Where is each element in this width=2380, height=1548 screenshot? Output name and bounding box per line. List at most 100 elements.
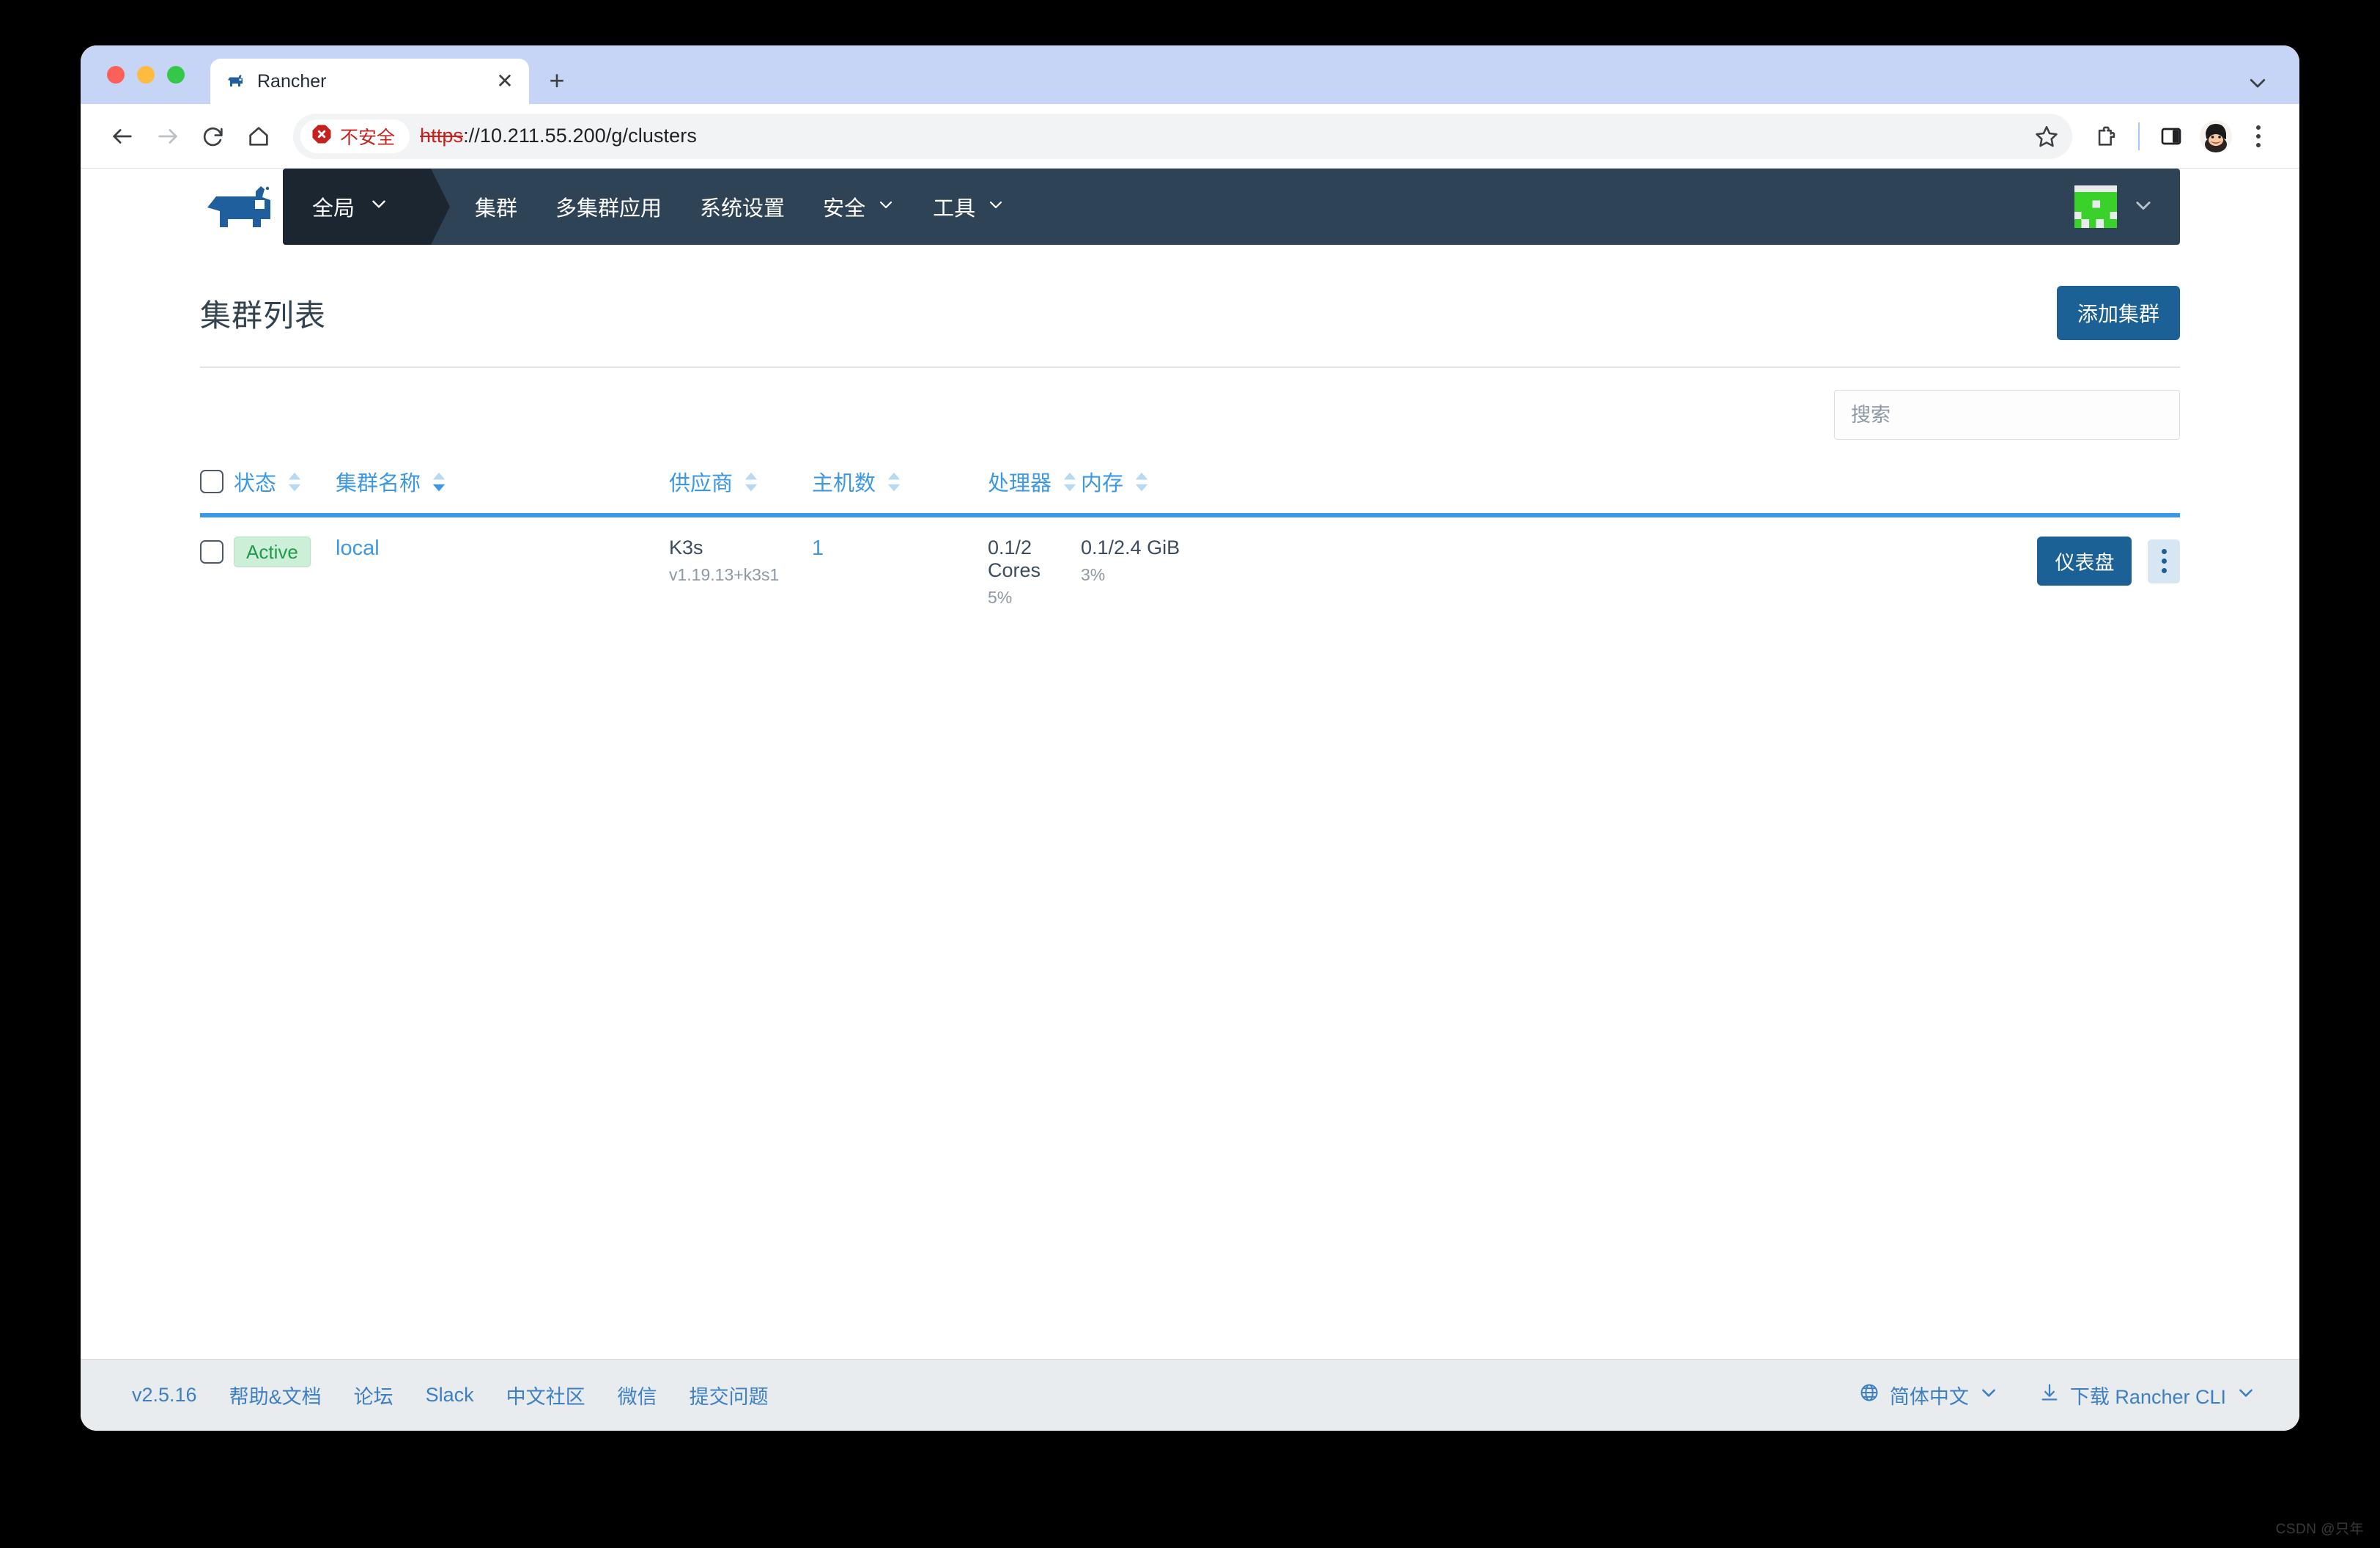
column-header-memory[interactable]: 内存 [1081,459,1209,517]
profile-avatar[interactable] [2200,119,2232,152]
close-icon[interactable]: ✕ [494,70,516,92]
dashboard-button[interactable]: 仪表盘 [2037,537,2132,586]
cell-nodes: 1 [812,515,988,630]
language-label: 简体中文 [1889,1386,1969,1408]
nav-item-clusters[interactable]: 集群 [456,169,536,245]
provider-version: v1.19.13+k3s1 [669,565,780,584]
page-title: 集群列表 [200,298,327,333]
plus-icon[interactable]: + [542,66,572,95]
star-icon[interactable] [2025,115,2068,158]
column-header-state[interactable]: 状态 [200,459,336,517]
watermark: CSDN @只年 [2275,1522,2364,1537]
provider-name: K3s [669,537,703,559]
scope-selector-global[interactable]: 全局 [283,169,451,245]
not-secure-icon [311,123,333,149]
main-content: 集群列表 添加集群 状态 [81,245,2299,1359]
column-header-label: 处理器 [988,472,1052,495]
sort-arrows-icon [886,471,902,493]
download-icon [2039,1382,2060,1408]
sort-arrows-icon [1134,471,1150,493]
url-scheme: https [420,125,464,147]
table-row[interactable]: Active local K3s v1.19.13+k3s1 1 0.1/2 C… [200,515,2180,630]
select-all-checkbox[interactable] [200,470,223,493]
column-header-nodes[interactable]: 主机数 [812,459,988,517]
download-cli-selector[interactable]: 下载 Rancher CLI [2039,1381,2255,1409]
arrow-back-icon[interactable] [100,114,145,159]
footer-link-forums[interactable]: 论坛 [354,1381,393,1409]
nav-item-system-settings[interactable]: 系统设置 [681,169,804,245]
cell-cpu: 0.1/2 Cores 5% [988,515,1081,630]
rancher-nav-bar: 全局 集群 多集群应用 系统设置 安全 工具 [283,169,2180,245]
rancher-header: 全局 集群 多集群应用 系统设置 安全 工具 [81,169,2299,245]
column-header-label: 集群名称 [336,472,421,495]
footer-link-slack[interactable]: Slack [426,1384,474,1407]
footer-actions: 简体中文 下载 Rancher CLI [1859,1381,2255,1409]
home-icon[interactable] [236,114,281,159]
arrow-forward-icon [145,114,191,159]
scope-selector-label: 全局 [312,197,355,221]
search-input[interactable] [1834,390,2180,440]
sort-arrows-icon [1062,471,1078,493]
title-row: 集群列表 添加集群 [200,245,2180,340]
kebab-menu-icon[interactable] [2239,117,2277,155]
rancher-cow-logo[interactable] [200,169,283,245]
reload-icon[interactable] [191,114,236,159]
sort-arrows-icon [431,471,447,493]
chevron-down-icon[interactable] [2245,70,2270,95]
user-identicon-avatar [2074,185,2117,228]
close-window-button[interactable] [107,66,125,84]
omnibox[interactable]: 不安全 https://10.211.55.200/g/clusters [293,113,2072,159]
chevron-down-icon [987,195,1005,219]
nav-item-label: 多集群应用 [555,197,662,221]
chevron-down-icon [2236,1383,2255,1407]
column-header-label: 主机数 [812,472,876,495]
globe-icon [1859,1382,1880,1408]
table-header-row: 状态 集群名称 供应商 主机数 处理器 内存 [200,459,2180,517]
footer-link-docs[interactable]: 帮助&文档 [229,1381,322,1409]
minimize-window-button[interactable] [137,66,155,84]
row-select-checkbox[interactable] [200,540,223,564]
column-header-provider[interactable]: 供应商 [669,459,812,517]
footer-link-file-issue[interactable]: 提交问题 [690,1381,769,1409]
omnibox-url[interactable]: https://10.211.55.200/g/clusters [420,125,697,147]
nav-item-multicluster-apps[interactable]: 多集群应用 [536,169,681,245]
cell-state: Active [200,515,336,630]
maximize-window-button[interactable] [167,66,185,84]
puzzle-icon[interactable] [2085,115,2128,158]
title-divider [200,366,2180,368]
download-cli-label: 下载 Rancher CLI [2069,1386,2226,1408]
clusters-table: 状态 集群名称 供应商 主机数 处理器 内存 Active local K3s … [200,459,2180,630]
footer-link-wechat[interactable]: 微信 [618,1381,657,1409]
cell-memory: 0.1/2.4 GiB 3% [1081,515,1209,630]
cluster-name-link[interactable]: local [336,537,380,560]
browser-window: Rancher ✕ + 不安全 https://10.211.55.200/g/… [81,45,2299,1431]
chevron-down-icon [2133,195,2154,219]
column-header-label: 内存 [1081,472,1124,495]
status-badge: Active [234,537,311,567]
nav-item-label: 集群 [475,197,518,221]
toolbar-divider [2138,122,2140,150]
nav-item-label: 系统设置 [700,197,786,221]
node-count-link[interactable]: 1 [812,537,824,560]
clusters-table-body: Active local K3s v1.19.13+k3s1 1 0.1/2 C… [200,515,2180,630]
browser-tab-title: Rancher [257,70,327,92]
footer-link-chinese-community[interactable]: 中文社区 [506,1381,585,1409]
chevron-down-icon [1979,1383,1998,1407]
user-menu[interactable] [2074,169,2180,245]
site-security-chip[interactable]: 不安全 [300,119,410,153]
nav-item-security[interactable]: 安全 [804,169,914,245]
column-header-name[interactable]: 集群名称 [336,459,669,517]
side-panel-icon[interactable] [2150,115,2192,158]
row-actions-kebab-icon[interactable] [2148,539,2180,583]
clusters-table-head: 状态 集群名称 供应商 主机数 处理器 内存 [200,459,2180,517]
nav-item-tools[interactable]: 工具 [914,169,1024,245]
cell-provider: K3s v1.19.13+k3s1 [669,515,812,630]
footer-link-version[interactable]: v2.5.16 [132,1384,197,1407]
add-cluster-button[interactable]: 添加集群 [2056,286,2180,340]
language-selector[interactable]: 简体中文 [1859,1381,1998,1409]
nav-items: 集群 多集群应用 系统设置 安全 工具 [456,169,1024,245]
footer-links: v2.5.16 帮助&文档 论坛 Slack 中文社区 微信 提交问题 [132,1381,769,1409]
column-header-cpu[interactable]: 处理器 [988,459,1081,517]
browser-tab[interactable]: Rancher ✕ [210,59,529,104]
column-header-actions [1209,459,2180,517]
